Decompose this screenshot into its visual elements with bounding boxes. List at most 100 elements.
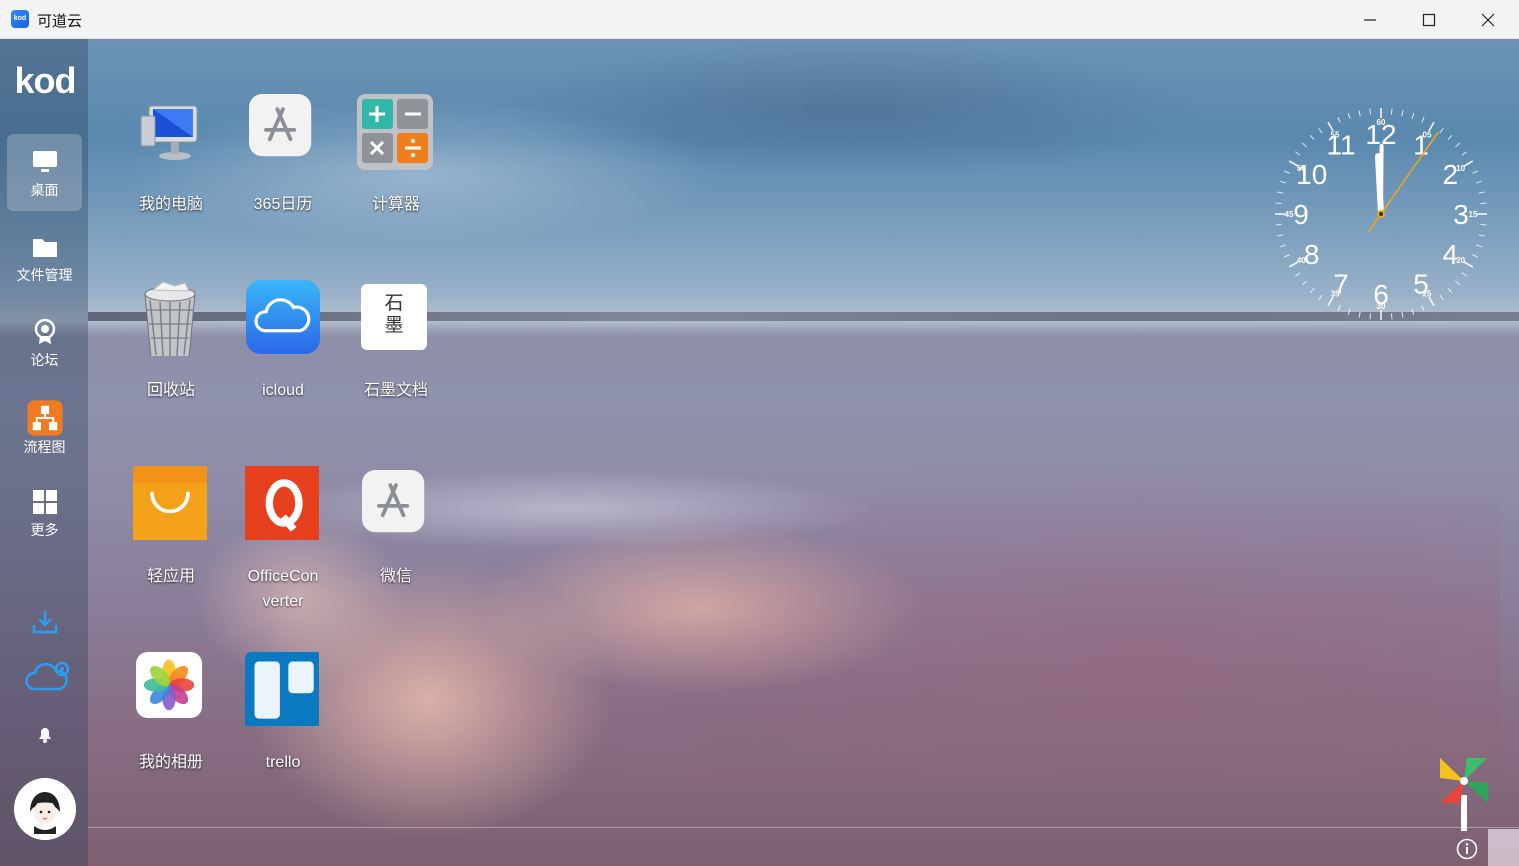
desktop-icon-label: 回收站 <box>146 382 195 399</box>
calculator-icon <box>357 94 433 170</box>
sidebar-item-flowchart[interactable]: 流程图 <box>7 391 82 468</box>
clock-tick <box>1337 305 1341 312</box>
desktop-icon-icloud[interactable]: icloud <box>227 280 333 399</box>
clock-tick <box>1280 180 1287 184</box>
download-icon[interactable] <box>30 607 60 637</box>
clock-tick <box>1461 151 1468 156</box>
grid-icon <box>33 490 57 514</box>
appstore-icon <box>362 470 425 533</box>
clock-tick <box>1301 280 1307 286</box>
badge-icon <box>34 318 56 344</box>
info-icon[interactable] <box>1456 838 1478 860</box>
clock-tick <box>1447 288 1453 294</box>
desktop-icon-shimo-docs[interactable]: 石 墨 石墨文档 <box>340 280 446 399</box>
desktop-icon-wechat[interactable]: 微信 <box>340 466 446 585</box>
sidebar-item-label: 桌面 <box>30 182 59 198</box>
shimo-icon-text: 石 墨 <box>361 293 427 337</box>
clock-tick <box>1283 170 1290 174</box>
desktop-icon-my-photos[interactable]: 我的相册 <box>115 652 221 771</box>
taskbar-divider <box>88 827 1519 828</box>
desktop-icon-recycle-bin[interactable]: 回收站 <box>115 280 221 399</box>
shimo-char: 石 <box>384 293 404 314</box>
desktop-icon-my-computer[interactable]: 我的电脑 <box>115 94 221 213</box>
trello-icon <box>245 652 319 726</box>
clock-tick <box>1294 272 1301 277</box>
computer-icon <box>140 105 198 160</box>
clock-hour-label: 3 <box>1453 199 1469 230</box>
clock-tick <box>1455 280 1461 286</box>
bell-icon[interactable] <box>35 724 55 744</box>
desktop-icon-label: 轻应用 <box>146 568 195 585</box>
clock-minute-hand <box>1379 144 1384 216</box>
clock-minute-label: 15 <box>1469 210 1478 219</box>
desktop-icon-label: 365日历 <box>253 196 313 213</box>
sidebar-item-label: 流程图 <box>23 439 66 455</box>
shimo-icon: 石 墨 <box>361 284 427 350</box>
clock-tick <box>1472 254 1479 258</box>
desktop-icon-label: 我的相册 <box>138 754 203 771</box>
maximize-icon <box>1422 13 1436 27</box>
clock-tick <box>1411 113 1415 120</box>
sidebar-item-forum[interactable]: 论坛 <box>7 304 82 381</box>
sidebar-item-desktop[interactable]: 桌面 <box>7 134 82 211</box>
photos-icon <box>136 652 203 719</box>
avatar-illustration-icon <box>14 778 76 840</box>
sidebar-item-more[interactable]: 更多 <box>7 474 82 551</box>
clock-hour-label: 9 <box>1293 199 1309 230</box>
desktop-icon-calendar-365[interactable]: 365日历 <box>227 94 333 213</box>
desktop-icon-office-converter[interactable]: OfficeCon verter <box>227 466 333 610</box>
clock-tick <box>1280 244 1287 248</box>
close-icon <box>1481 13 1495 27</box>
sidebar-item-label: 文件管理 <box>16 267 73 283</box>
clock-tick <box>1478 234 1485 237</box>
clock-hour-label: 2 <box>1442 159 1458 190</box>
clock-tick <box>1472 170 1479 174</box>
clock-tick <box>1309 288 1315 294</box>
recycle-bin-icon <box>144 281 196 356</box>
user-avatar[interactable] <box>14 778 76 840</box>
desktop-icon-label: 微信 <box>379 568 412 585</box>
cloud-settings-icon[interactable] <box>24 659 72 695</box>
clock-tick <box>1439 127 1444 134</box>
clock-hour-label: 11 <box>1326 130 1355 161</box>
clock-tick <box>1411 308 1415 315</box>
clock-tick <box>1401 311 1404 318</box>
sidebar-item-label: 更多 <box>30 522 59 538</box>
clock-hour-label: 8 <box>1304 239 1320 270</box>
flowchart-icon <box>27 400 63 436</box>
label-line: verter <box>262 593 304 610</box>
maximize-button[interactable] <box>1400 4 1458 35</box>
desktop-icon-light-app[interactable]: 轻应用 <box>115 466 221 585</box>
clock-tick <box>1447 134 1453 140</box>
clock-tick <box>1455 142 1461 148</box>
clock-tick <box>1421 305 1425 312</box>
label-line: OfficeCon <box>247 568 319 585</box>
clock-tick <box>1301 142 1307 148</box>
clock-tick <box>1421 116 1425 123</box>
clock-tick <box>1283 254 1290 258</box>
clock-tick <box>1369 108 1371 115</box>
clock-tick <box>1337 116 1341 123</box>
pinwheel-icon[interactable] <box>1436 755 1492 831</box>
show-desktop-button[interactable] <box>1488 829 1519 866</box>
desktop-icon-label: 石墨文档 <box>363 382 428 399</box>
minimize-button[interactable] <box>1341 4 1399 35</box>
desktop-icon-trello[interactable]: trello <box>227 652 333 771</box>
clock-hour-label: 5 <box>1413 268 1429 299</box>
sidebar-item-files[interactable]: 文件管理 <box>7 219 82 296</box>
clock-tick <box>1439 294 1444 301</box>
clock-tick <box>1347 113 1351 120</box>
sidebar: kod 桌面 文件管理 论坛 流程图 更多 <box>0 39 88 866</box>
icloud-icon <box>246 280 320 354</box>
analog-clock-widget: 600510152025303540455055 12 1234567891011 <box>1275 108 1487 320</box>
clock-tick <box>1347 308 1351 315</box>
desktop-icon-label: icloud <box>262 382 304 399</box>
clock-tick <box>1401 110 1404 117</box>
clock-hour-label: 10 <box>1296 159 1327 190</box>
window-titlebar: kod 可道云 <box>0 0 1519 39</box>
close-button[interactable] <box>1459 4 1517 35</box>
desktop-icon-calculator[interactable]: 计算器 <box>340 94 446 213</box>
desktop-area[interactable]: kod 桌面 文件管理 论坛 流程图 更多 我的电脑 回收站 轻应用 我的相册 … <box>0 39 1519 866</box>
desktop-icon-label: 我的电脑 <box>138 196 203 213</box>
clock-tick <box>1318 294 1323 301</box>
